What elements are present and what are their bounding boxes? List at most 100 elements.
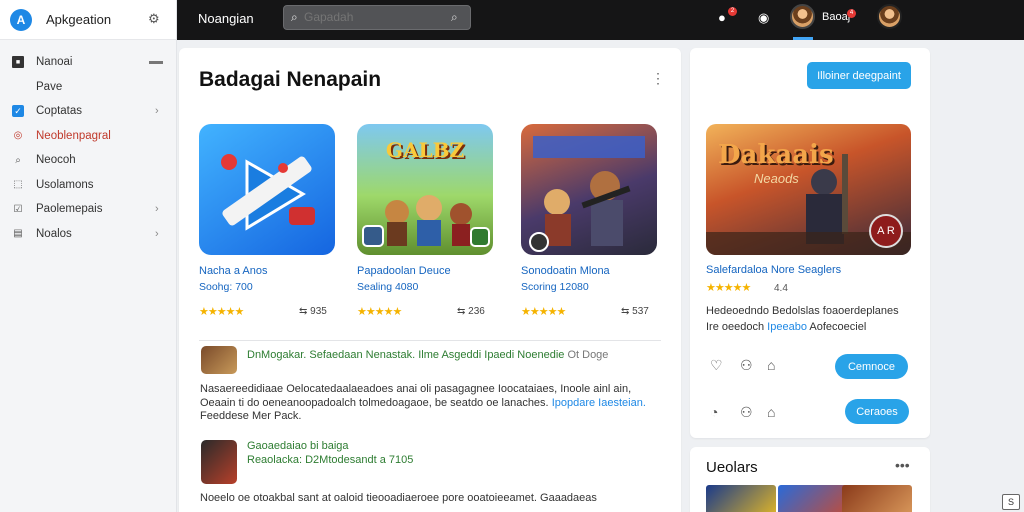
chat-icon[interactable]: ◉ (758, 10, 769, 26)
chat-icon[interactable]: ◔ (710, 404, 718, 420)
app-tile[interactable]: Nacha a Anos Soohg: 700 ★★★★★ ⇆ 935 (199, 124, 341, 318)
like-icon[interactable]: ♡ (710, 357, 723, 374)
sidebar-item-neoblenpagral[interactable]: ◎ Neoblenpagral (0, 124, 176, 149)
sidebar-item-label: Nanoai (36, 56, 73, 69)
sidebar-item-paolemepais[interactable]: ☑ Paolemepais › (0, 197, 176, 222)
app-art: GALBZ (357, 124, 493, 255)
check-icon: ☑ (13, 203, 23, 215)
related-thumbnail[interactable] (706, 485, 776, 512)
sidebar-item-label: Neoblenpagral (36, 129, 111, 142)
share-count-value: 236 (468, 306, 485, 317)
featured-name[interactable]: Salefardaloa Nore Seaglers (706, 264, 841, 276)
app-score: Sealing 4080 (357, 281, 419, 293)
share-count-value: 935 (310, 306, 327, 317)
share-icon: ⇆ (457, 306, 469, 317)
app-score: Scoring 12080 (521, 281, 589, 293)
secondary-action-button[interactable]: Ceraoes (845, 399, 909, 424)
app-name[interactable]: Papadoolan Deuce (357, 265, 451, 277)
post-thumbnail (201, 346, 237, 374)
share-count[interactable]: ⇆ 236 (457, 306, 485, 317)
rating-stars: ★★★★★ (706, 282, 751, 294)
app-tile[interactable]: Sonodoatin Mlona Scoring 12080 ★★★★★ ⇆ 5… (521, 124, 663, 318)
rating-stars: ★★★★★ (199, 306, 244, 318)
main-card: Badagai Nenapain ⋮ Nacha a Anos Soohg: 7… (179, 48, 681, 512)
notification-icon[interactable]: ● (718, 10, 726, 25)
featured-badge: A R (869, 214, 903, 248)
post-link[interactable]: Ipopdare Iaesteian. (552, 397, 646, 409)
share-icon[interactable]: ⚇ (740, 357, 753, 374)
app-tile[interactable]: GALBZ Papadoolan Deuce Sealing 4080 ★★★★… (357, 124, 499, 318)
more-options-icon[interactable]: ••• (895, 457, 910, 473)
app-score: Soohg: 700 (199, 281, 253, 293)
chevron-right-icon: › (155, 105, 159, 118)
sidebar-item-nanoai[interactable]: ■ Nanoai (0, 50, 176, 75)
top-action-button[interactable]: Illoiner deegpaint (807, 62, 911, 89)
sidebar-item-label: Coptatas (36, 105, 83, 118)
search-icon: ⌕ (291, 10, 298, 24)
game-characters-icon (529, 136, 645, 252)
avatar[interactable] (790, 4, 815, 29)
profile-avatar[interactable] (877, 4, 902, 29)
search-submit-icon[interactable]: ⌕ (451, 10, 458, 25)
post-heading[interactable]: DnMogakar. Sefaedaan Nenastak. Ilme Asge… (247, 349, 608, 361)
sidebar-item-label: Neocoh (36, 154, 76, 167)
app-art (199, 124, 335, 255)
rating-value: 4.4 (774, 283, 788, 294)
app-logo: A (10, 8, 32, 31)
share-count[interactable]: ⇆ 935 (299, 306, 327, 317)
related-thumbnail[interactable] (778, 485, 848, 512)
featured-art: Dakaais Neaods A R (706, 124, 911, 255)
sidebar-nav: ■ Nanoai Pave ✓ Coptatas › ◎ Neoblenpagr… (0, 40, 176, 246)
chevron-right-icon: › (155, 227, 159, 240)
app-name[interactable]: Nacha a Anos (199, 265, 268, 277)
checkbox-icon: ✓ (12, 105, 24, 118)
user-name[interactable]: Baoaj (822, 11, 850, 23)
active-indicator (793, 37, 813, 40)
corner-widget-icon[interactable]: S (1002, 494, 1020, 510)
dark-square-icon: ■ (12, 56, 24, 69)
sidebar-item-coptatas[interactable]: ✓ Coptatas › (0, 99, 176, 124)
featured-link[interactable]: Ipeeabo (767, 321, 807, 333)
divider (199, 340, 661, 341)
top-title: Noangian (198, 11, 254, 26)
app-name[interactable]: Sonodoatin Mlona (521, 265, 610, 277)
share-icon: ⇆ (299, 306, 311, 317)
user-badge: 4 (847, 9, 856, 18)
play-icon (221, 154, 315, 231)
post-heading[interactable]: Gaoaedaiao bi baiga (247, 440, 349, 452)
post-meta: Reaolacka: D2Mtodesandt a 7105 (247, 454, 414, 466)
sidebar-item-pave[interactable]: Pave (0, 75, 176, 100)
page-title: Badagai Nenapain (199, 68, 382, 91)
primary-action-button[interactable]: Cemnoce (835, 354, 908, 379)
related-thumbnail[interactable] (842, 485, 912, 512)
gear-icon[interactable]: ⚙ (148, 11, 160, 27)
share-icon[interactable]: ⚇ (740, 404, 753, 421)
sidebar-item-label: Usolamons (36, 178, 94, 191)
share-count-value: 537 (632, 306, 649, 317)
sidebar-item-label: Noalos (36, 227, 72, 240)
related-card: Ueolars ••• (690, 447, 930, 512)
collapse-icon[interactable] (149, 61, 163, 64)
share-count[interactable]: ⇆ 537 (621, 306, 649, 317)
featured-description: Hedeoedndo Bedolslas foaoerdeplanes Ire … (706, 305, 899, 333)
featured-card: Illoiner deegpaint Dakaais Neaods A R Sa… (690, 48, 930, 438)
rating-stars: ★★★★★ (357, 306, 402, 318)
list-icon: ▤ (13, 228, 23, 240)
sidebar-item-neocoh[interactable]: ⌕ Neocoh (0, 148, 176, 173)
sidebar: A Apkgeation ⚙ ■ Nanoai Pave ✓ Coptatas … (0, 0, 177, 512)
sidebar-item-noalos[interactable]: ▤ Noalos › (0, 222, 176, 247)
more-options-icon[interactable]: ⋮ (651, 70, 665, 87)
search-input[interactable] (304, 10, 444, 24)
rating-stars: ★★★★★ (521, 306, 566, 318)
post-body: Noeelo oe otoakbal sant at oaloid tieooa… (200, 492, 597, 504)
share-icon: ⇆ (621, 306, 633, 317)
chevron-right-icon: › (155, 203, 159, 216)
sidebar-item-label: Pave (36, 80, 63, 93)
search-box[interactable]: ⌕ ⌕ (283, 5, 471, 30)
sidebar-item-label: Paolemepais (36, 203, 103, 216)
sidebar-item-usolamons[interactable]: ⬚ Usolamons (0, 173, 176, 198)
related-title: Ueolars (706, 459, 758, 476)
home-icon[interactable]: ⌂ (767, 404, 775, 420)
post-thumbnail (201, 440, 237, 484)
home-icon[interactable]: ⌂ (767, 357, 775, 373)
